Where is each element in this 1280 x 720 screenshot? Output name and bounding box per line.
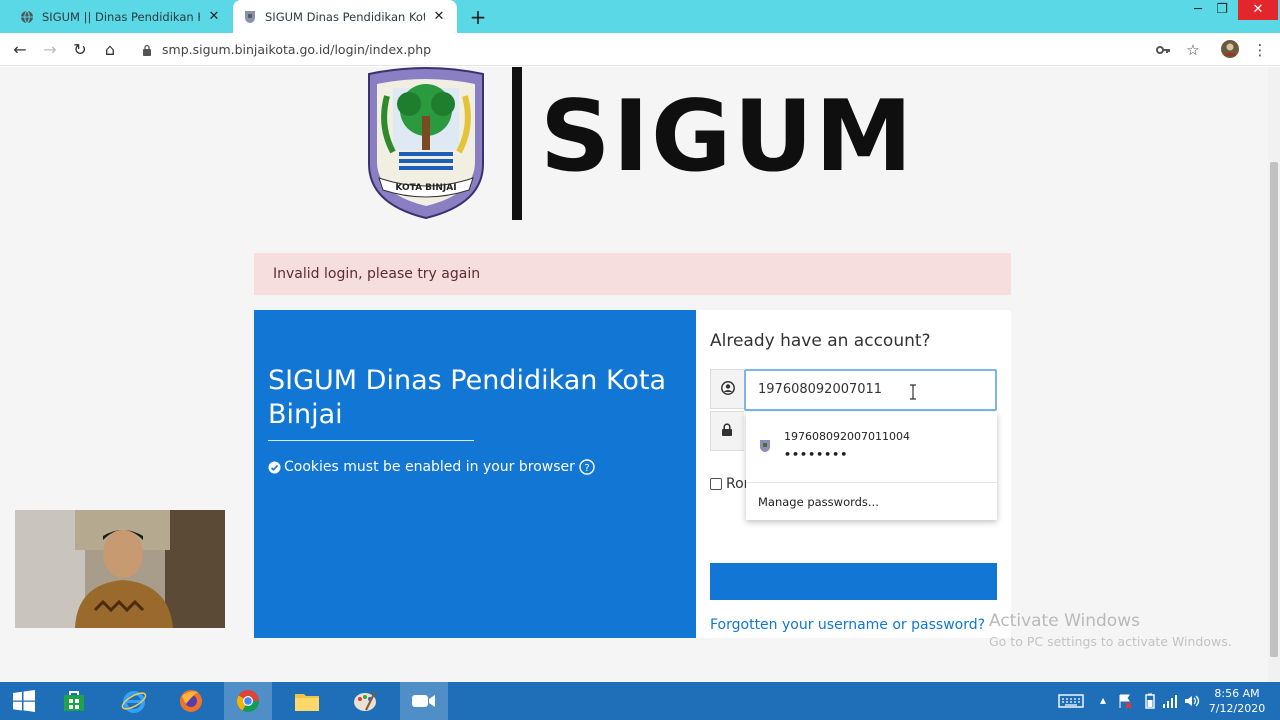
- globe-icon: [21, 10, 33, 23]
- network-signal-icon[interactable]: [1162, 693, 1178, 709]
- back-icon[interactable]: ←: [9, 39, 31, 61]
- keyboard-icon[interactable]: [1058, 693, 1084, 709]
- remember-username[interactable]: Ror: [710, 476, 749, 492]
- cookies-notice: Cookies must be enabled in your browser …: [268, 459, 595, 475]
- title-underline: [268, 440, 474, 441]
- store-icon[interactable]: [50, 682, 98, 720]
- login-heading: Already have an account?: [710, 331, 931, 351]
- check-circle-icon: [268, 461, 281, 473]
- emblem-caption: KOTA BINJAI: [395, 183, 456, 193]
- site-logo-text: SIGUM: [540, 80, 915, 194]
- menu-dots-icon[interactable]: ⋮: [1249, 39, 1271, 61]
- username-field[interactable]: 197608092007011: [744, 369, 997, 411]
- login-page: KOTA BINJAI SIGUM Invalid login, please …: [0, 67, 1268, 682]
- activate-windows-title: Activate Windows: [989, 611, 1140, 631]
- lock-icon: [143, 44, 151, 56]
- shield-favicon-icon: [245, 10, 255, 23]
- clock-date: 7/12/2020: [1208, 702, 1266, 715]
- browser-toolbar: ← → ↻ ⌂ smp.sigum.binjaikota.go.id/login…: [0, 33, 1280, 66]
- internet-explorer-icon[interactable]: [110, 682, 158, 720]
- scrollbar-thumb[interactable]: [1270, 162, 1278, 657]
- user-icon: [721, 381, 735, 395]
- webcam-overlay-image: [15, 510, 225, 628]
- bookmark-star-icon[interactable]: ☆: [1182, 39, 1204, 61]
- battery-icon[interactable]: [1143, 693, 1157, 709]
- paint-icon[interactable]: [341, 682, 389, 720]
- home-icon[interactable]: ⌂: [99, 39, 121, 61]
- chrome-icon[interactable]: [224, 682, 272, 720]
- browser-tab-strip: SIGUM || Dinas Pendidikan Kota Binjai ✕ …: [0, 0, 1280, 33]
- username-addon: [710, 369, 744, 409]
- password-autofill-dropdown: 197608092007011004 •••••••• Manage passw…: [746, 412, 997, 520]
- close-icon[interactable]: ✕: [206, 9, 222, 24]
- reload-icon[interactable]: ↻: [69, 39, 91, 61]
- tab-title: SIGUM || Dinas Pendidikan Kota Binjai: [42, 9, 200, 24]
- close-icon[interactable]: ✕: [431, 9, 447, 24]
- new-tab-button[interactable]: +: [468, 5, 488, 29]
- start-button[interactable]: [0, 682, 48, 720]
- windows-taskbar: ▴ 8:56 AM 7/12/2020: [0, 682, 1280, 720]
- password-addon: [710, 411, 744, 451]
- taskbar-clock[interactable]: 8:56 AM 7/12/2020: [1204, 686, 1270, 716]
- url-text: smp.sigum.binjaikota.go.id/login/index.p…: [162, 42, 432, 57]
- file-explorer-icon[interactable]: [283, 682, 331, 720]
- site-favicon-icon: [760, 440, 770, 452]
- cookies-notice-text: Cookies must be enabled in your browser: [284, 459, 575, 475]
- logo-divider: [512, 67, 522, 220]
- saved-username: 197608092007011004: [784, 430, 910, 443]
- forgot-password-link[interactable]: Forgotten your username or password?: [710, 617, 985, 633]
- chevron-up-icon[interactable]: ▴: [1100, 693, 1106, 709]
- svg-text:?: ?: [584, 463, 589, 474]
- tab-sigum-1[interactable]: SIGUM || Dinas Pendidikan Kota Binjai ✕: [10, 0, 232, 33]
- clock-time: 8:56 AM: [1214, 687, 1260, 700]
- forward-icon[interactable]: →: [39, 39, 61, 61]
- saved-credential-item[interactable]: 197608092007011004 ••••••••: [746, 412, 997, 478]
- profile-avatar-icon[interactable]: [1219, 39, 1241, 61]
- kota-binjai-emblem: KOTA BINJAI: [368, 67, 484, 219]
- restore-button[interactable]: ❐: [1207, 0, 1237, 33]
- help-icon[interactable]: ?: [579, 459, 595, 475]
- activate-windows-subtitle: Go to PC settings to activate Windows.: [989, 634, 1232, 649]
- manage-passwords-link[interactable]: Manage passwords...: [758, 495, 879, 509]
- firefox-icon[interactable]: [167, 682, 215, 720]
- text-cursor-icon: [910, 384, 916, 400]
- close-window-button[interactable]: ✕: [1238, 0, 1278, 20]
- key-icon[interactable]: [1152, 39, 1174, 61]
- windows-logo-icon: [13, 690, 35, 712]
- tab-title: SIGUM Dinas Pendidikan Kota Binjai: [265, 9, 425, 24]
- action-center-flag-icon[interactable]: [1117, 693, 1133, 709]
- login-error-alert: Invalid login, please try again: [254, 253, 1011, 295]
- remember-checkbox[interactable]: [710, 478, 722, 490]
- dropdown-divider: [746, 482, 997, 483]
- zoom-icon[interactable]: [400, 682, 448, 720]
- address-bar[interactable]: smp.sigum.binjaikota.go.id/login/index.p…: [132, 36, 1182, 63]
- site-info-panel: SIGUM Dinas Pendidikan Kota Binjai Cooki…: [254, 310, 696, 638]
- volume-icon[interactable]: [1184, 693, 1200, 709]
- site-title: SIGUM Dinas Pendidikan Kota Binjai: [268, 365, 666, 430]
- lock-icon: [722, 423, 732, 436]
- saved-password-mask: ••••••••: [784, 448, 849, 461]
- login-button[interactable]: [710, 563, 997, 600]
- tab-sigum-2[interactable]: SIGUM Dinas Pendidikan Kota Binjai ✕: [233, 0, 457, 33]
